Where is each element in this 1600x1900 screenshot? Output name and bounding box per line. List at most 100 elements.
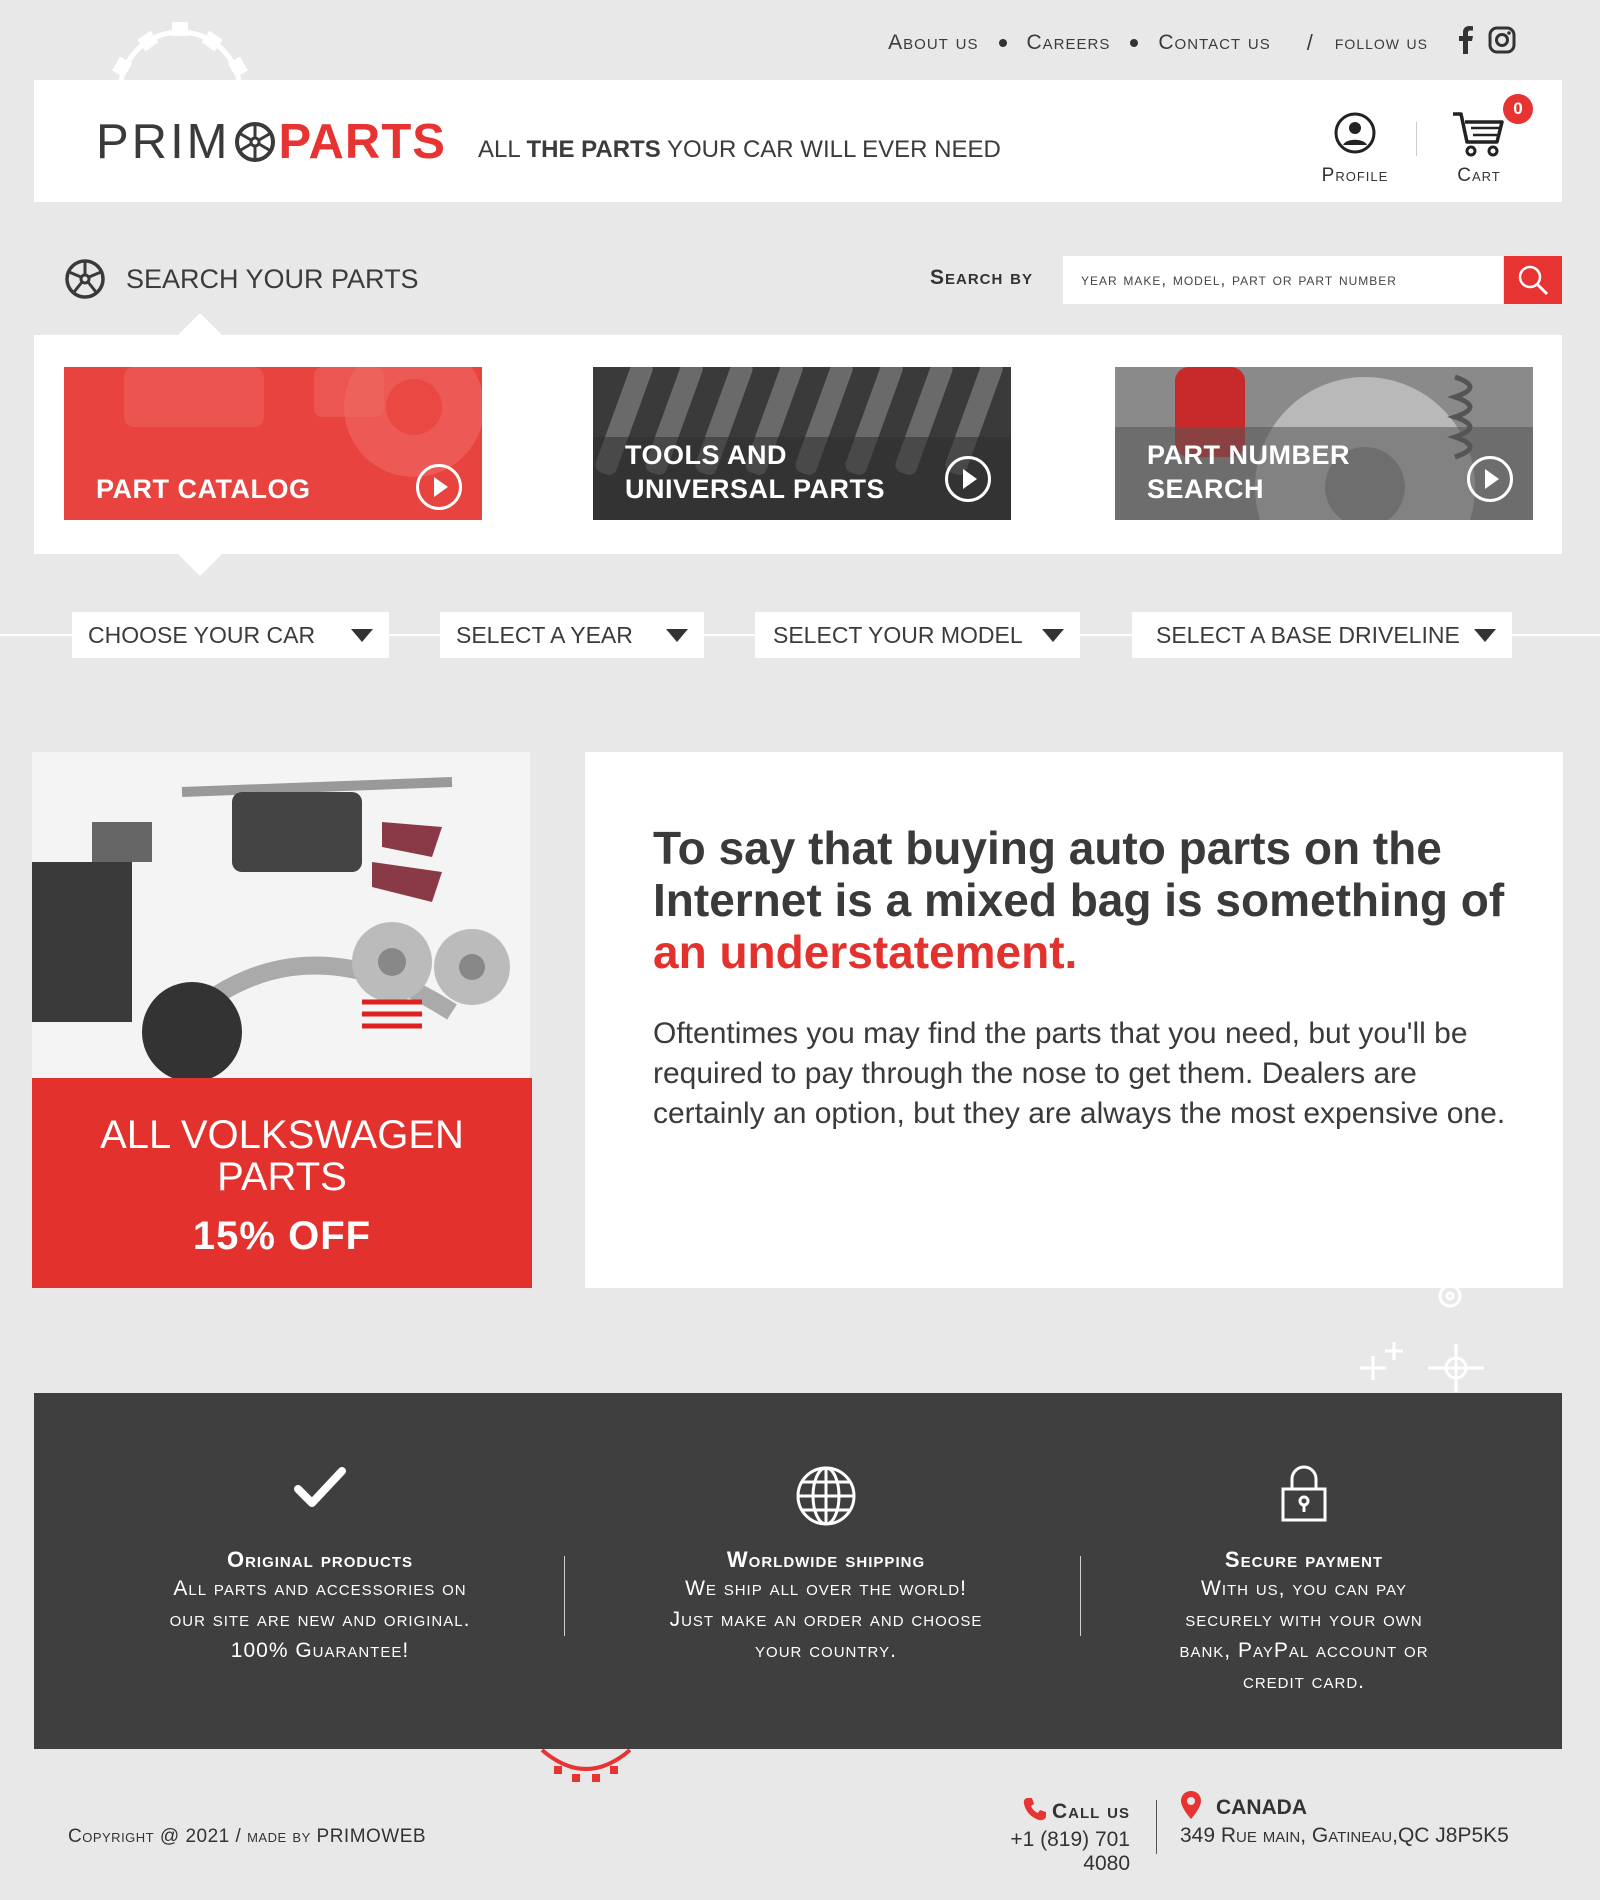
nav-slash-separator: / <box>1306 30 1313 55</box>
search-icon <box>1518 265 1549 296</box>
category-label-line: PART CATALOG <box>96 474 311 504</box>
category-label: PART NUMBER SEARCH <box>1147 438 1350 506</box>
search-button[interactable] <box>1504 256 1562 304</box>
feature-description: your country. <box>755 1639 897 1662</box>
cart-label: Cart <box>1457 165 1501 186</box>
ac-compressor-image <box>124 367 264 427</box>
category-part-number-search[interactable]: PART NUMBER SEARCH <box>1115 367 1533 520</box>
globe-icon <box>796 1466 856 1526</box>
feature-description: credit card. <box>1242 1670 1365 1693</box>
street-address: 349 Rue main, Gatineau,QC J8P5K5 <box>1180 1824 1509 1847</box>
feature-description: bank, PayPal account or <box>1179 1639 1429 1662</box>
logo-text-accent: PARTS <box>278 115 446 169</box>
footer-divider <box>1156 1800 1157 1854</box>
facebook-icon[interactable] <box>1458 26 1474 54</box>
feature-original-products: Original products All parts and accessor… <box>120 1393 520 1666</box>
feature-description: We ship all over the world! <box>685 1577 967 1600</box>
tagline-part: ALL <box>478 136 527 163</box>
nav-careers-link[interactable]: Careers <box>1027 31 1111 55</box>
search-by-label: Search by <box>930 266 1034 289</box>
choose-car-select[interactable]: CHOOSE YOUR CAR <box>72 612 389 658</box>
chevron-down-icon <box>1474 628 1496 642</box>
category-label: TOOLS AND UNIVERSAL PARTS <box>625 438 885 506</box>
cart-count-badge: 0 <box>1503 94 1533 124</box>
category-tools-universal[interactable]: TOOLS AND UNIVERSAL PARTS <box>593 367 1011 520</box>
phone-icon <box>1023 1798 1046 1821</box>
location-pin-icon <box>1181 1791 1201 1819</box>
play-circle-icon <box>945 456 991 502</box>
lock-icon <box>1281 1465 1327 1522</box>
article-headline: To say that buying auto parts on the Int… <box>653 822 1513 978</box>
tagline-part: YOUR CAR WILL EVER NEED <box>660 136 1001 163</box>
shopping-cart-icon <box>1453 112 1504 157</box>
profile-button[interactable]: Profile <box>1310 112 1400 187</box>
select-value: SELECT A YEAR <box>456 621 633 648</box>
feature-description: securely with your own <box>1185 1608 1423 1631</box>
features-bar: Original products All parts and accessor… <box>34 1393 1562 1749</box>
auto-parts-collage-image[interactable] <box>32 752 530 1078</box>
auto-parts-illustration <box>32 752 530 1078</box>
select-model-select[interactable]: SELECT YOUR MODEL <box>755 612 1080 658</box>
nav-contact-link[interactable]: Contact us <box>1158 31 1270 55</box>
wheel-icon <box>65 259 105 299</box>
tagline-bold: THE PARTS <box>526 136 661 163</box>
category-pointer-top <box>178 313 222 335</box>
nav-dot-separator <box>998 39 1007 47</box>
user-avatar-icon <box>1334 112 1376 154</box>
feature-description: 100% Guarantee! <box>230 1639 410 1662</box>
chevron-down-icon <box>666 628 688 642</box>
category-part-catalog[interactable]: PART CATALOG <box>64 367 482 520</box>
search-input[interactable] <box>1063 256 1503 304</box>
promo-banner[interactable]: ALL VOLKSWAGEN PARTS 15% OFF <box>32 1078 532 1288</box>
search-title-text: SEARCH YOUR PARTS <box>126 263 419 294</box>
sparkle-decoration-icon <box>1360 1284 1484 1392</box>
feature-description: With us, you can pay <box>1201 1577 1407 1600</box>
select-value: SELECT A BASE DRIVELINE <box>1156 621 1460 648</box>
category-label: PART CATALOG <box>96 472 310 506</box>
headline-highlight: an understatement. <box>653 926 1078 978</box>
feature-divider <box>1080 1556 1081 1636</box>
promo-title: ALL VOLKSWAGEN PARTS <box>100 1113 464 1199</box>
feature-description: All parts and accessories on <box>173 1577 467 1600</box>
category-pointer-bottom <box>178 554 222 576</box>
select-driveline-select[interactable]: SELECT A BASE DRIVELINE <box>1132 612 1512 658</box>
gear-decoration-red-icon <box>540 1748 632 1782</box>
promo-discount: 15% OFF <box>192 1214 372 1258</box>
feature-description: Just make an order and choose <box>669 1608 983 1631</box>
copyright-text: Copyright @ 2021 / made by PRIMOWEB <box>68 1826 427 1847</box>
feature-secure-payment: Secure payment With us, you can pay secu… <box>1104 1393 1504 1697</box>
site-logo[interactable]: PRIM PARTS <box>96 114 446 170</box>
gear-wheel-logo-icon <box>234 122 275 162</box>
follow-us-label: follow us <box>1334 31 1428 54</box>
category-label-line: SEARCH <box>1147 474 1265 504</box>
header-divider <box>1416 122 1417 156</box>
nav-about-link[interactable]: About us <box>888 31 978 55</box>
select-value: SELECT YOUR MODEL <box>773 621 1023 648</box>
address-block: CANADA 349 Rue main, Gatineau,QC J8P5K5 <box>1180 1791 1509 1848</box>
call-us-block[interactable]: Call us +1 (819) 701 4080 <box>960 1796 1130 1876</box>
select-value: CHOOSE YOUR CAR <box>88 621 316 648</box>
site-tagline: ALL THE PARTS YOUR CAR WILL EVER NEED <box>478 136 1001 164</box>
search-section-title: SEARCH YOUR PARTS <box>64 258 419 300</box>
call-us-label: Call us <box>960 1796 1130 1824</box>
checkmark-icon <box>294 1467 346 1507</box>
feature-description: our site are new and original. <box>169 1608 471 1631</box>
category-label-line: PART NUMBER <box>1147 440 1350 470</box>
instagram-icon[interactable] <box>1488 26 1516 54</box>
feature-worldwide-shipping: Worldwide shipping We ship all over the … <box>626 1393 1026 1666</box>
headline-text: To say that buying auto parts on the Int… <box>653 822 1505 926</box>
play-circle-icon <box>1467 456 1513 502</box>
feature-title: Secure payment <box>1224 1547 1384 1572</box>
country-label: CANADA <box>1216 1796 1307 1819</box>
chevron-down-icon <box>1042 628 1064 642</box>
top-navigation: About us Careers Contact us / follow us <box>0 22 1428 64</box>
phone-number[interactable]: +1 (819) 701 4080 <box>960 1828 1130 1876</box>
call-us-text: Call us <box>1052 1800 1130 1823</box>
nav-dot-separator <box>1130 39 1139 47</box>
feature-title: Worldwide shipping <box>726 1547 926 1572</box>
category-label-line: UNIVERSAL PARTS <box>625 474 886 504</box>
select-year-select[interactable]: SELECT A YEAR <box>440 612 704 658</box>
feature-divider <box>564 1556 565 1636</box>
chevron-down-icon <box>351 628 373 642</box>
article-body: Oftentimes you may find the parts that y… <box>653 1017 1506 1130</box>
